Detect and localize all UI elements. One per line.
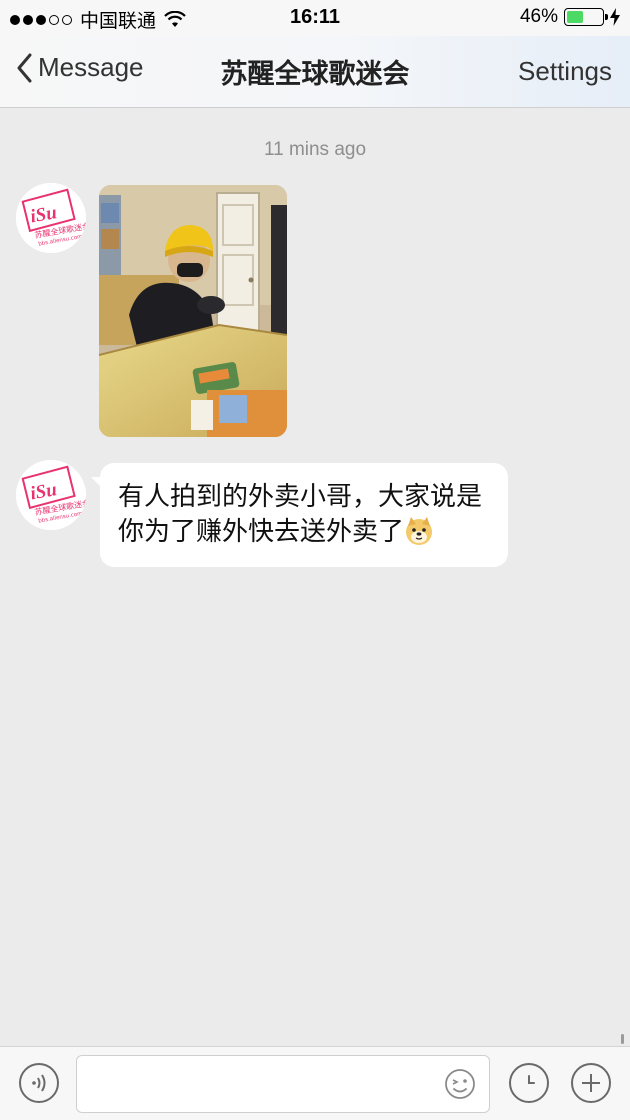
message-input[interactable] (76, 1055, 490, 1113)
voice-icon (32, 1074, 46, 1092)
message-text-line: 你为了赚外快去送外卖了 (118, 514, 490, 549)
back-button-label: Message (38, 52, 144, 82)
doge-emoji-icon (406, 517, 433, 545)
chevron-left-icon (17, 53, 32, 82)
status-bar: 中国联通 16:11 46% (0, 0, 630, 36)
voice-button[interactable] (19, 1063, 59, 1103)
message-timestamp: 11 mins ago (263, 139, 367, 160)
charging-bolt-icon (610, 8, 620, 26)
status-right: 46% (520, 6, 620, 28)
back-button[interactable]: Message (16, 52, 144, 83)
battery-icon (564, 8, 608, 26)
sender-avatar[interactable]: iSu 苏醒全球歌迷会 bbs.allensu.com (16, 460, 86, 530)
clock-icon (528, 1075, 535, 1084)
history-button[interactable] (509, 1063, 549, 1103)
plus-icon (582, 1074, 600, 1092)
isu-logo: iSu 苏醒全球歌迷会 bbs.allensu.com (16, 183, 86, 253)
message-text-line: 有人拍到的外卖小哥，大家说是 (118, 481, 483, 511)
smiley-icon[interactable] (444, 1068, 476, 1100)
settings-button[interactable]: Settings (518, 56, 612, 87)
battery-level-fill (567, 11, 583, 23)
battery-percent: 46% (519, 6, 558, 27)
message-bubble[interactable]: 有人拍到的外卖小哥，大家说是 你为了赚外快去送外卖了 (91, 463, 508, 567)
more-button[interactable] (571, 1063, 611, 1103)
input-bar (0, 1046, 630, 1120)
delivery-man-photo (99, 185, 287, 437)
navigation-bar: Message 苏醒全球歌迷会 Settings (0, 36, 630, 108)
scrollbar[interactable] (621, 1034, 624, 1044)
sender-avatar[interactable]: iSu 苏醒全球歌迷会 bbs.allensu.com (16, 183, 86, 253)
isu-logo: iSu 苏醒全球歌迷会 bbs.allensu.com (16, 460, 86, 530)
message-photo[interactable] (99, 185, 287, 437)
